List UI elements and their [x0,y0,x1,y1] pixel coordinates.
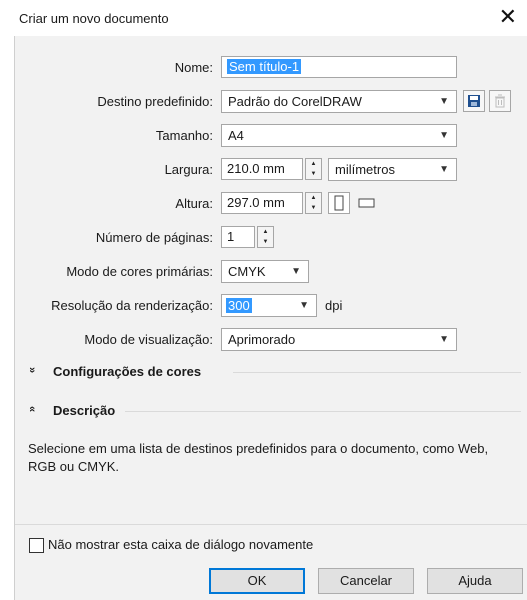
description-section[interactable]: « Descrição [26,403,509,421]
chevron-down-icon: ▼ [439,164,449,175]
pages-stepper[interactable]: ▲ ▼ [257,226,274,248]
spin-up-icon[interactable]: ▲ [258,227,273,237]
color-mode-dropdown[interactable]: CMYK ▼ [221,260,309,283]
dont-show-label: Não mostrar esta caixa de diálogo novame… [48,537,314,552]
width-label: Largura: [164,162,213,177]
size-dropdown[interactable]: A4 ▼ [221,124,457,147]
portrait-page-icon [334,195,344,211]
trash-icon [495,94,505,108]
expand-icon: » [26,366,39,374]
preset-dropdown[interactable]: Padrão do CorelDRAW ▼ [221,90,457,113]
title-bar: Criar um novo documento ✕ [0,0,527,36]
new-document-dialog: Criar um novo documento ✕ Nome: Sem títu… [0,0,527,600]
help-button[interactable]: Ajuda [427,568,523,594]
landscape-page-icon [358,198,375,208]
footer-divider [15,524,527,525]
dialog-title: Criar um novo documento [19,11,169,26]
name-input[interactable]: Sem título-1 [221,56,457,78]
color-mode-value: CMYK [228,264,266,279]
chevron-down-icon: ▼ [439,334,449,345]
color-settings-title: Configurações de cores [53,364,202,379]
units-value: milímetros [335,162,395,177]
resolution-unit: dpi [325,298,343,313]
portrait-button[interactable] [328,192,350,214]
resolution-dropdown[interactable]: 300 ▼ [221,294,317,317]
delete-preset-button[interactable] [489,90,511,112]
preview-value: Aprimorado [228,332,296,347]
height-stepper[interactable]: ▲ ▼ [305,192,322,214]
height-input[interactable]: 297.0 mm [221,192,303,214]
color-mode-label: Modo de cores primárias: [66,264,213,279]
spin-down-icon[interactable]: ▼ [258,237,273,247]
save-preset-button[interactable] [463,90,485,112]
preview-dropdown[interactable]: Aprimorado ▼ [221,328,457,351]
height-label: Altura: [175,196,213,211]
preset-value: Padrão do CorelDRAW [228,94,362,109]
width-stepper[interactable]: ▲ ▼ [305,158,322,180]
name-value: Sem título-1 [227,59,302,74]
preset-label: Destino predefinido: [97,94,213,109]
pages-value: 1 [227,229,235,244]
spin-down-icon[interactable]: ▼ [306,203,321,213]
section-divider [125,411,521,412]
dialog-body: Nome: Sem título-1 Destino predefinido: … [14,36,527,600]
section-divider [233,372,521,373]
chevron-down-icon: ▼ [439,96,449,107]
chevron-down-icon: ▼ [439,130,449,141]
resolution-label: Resolução da renderização: [51,298,213,313]
description-text: Selecione em uma lista de destinos prede… [28,441,489,474]
width-input[interactable]: 210.0 mm [221,158,303,180]
dont-show-checkbox[interactable] [29,538,44,553]
pages-input[interactable]: 1 [221,226,255,248]
description-title: Descrição [53,403,116,418]
landscape-button[interactable] [354,192,380,214]
units-dropdown[interactable]: milímetros ▼ [328,158,457,181]
spin-down-icon[interactable]: ▼ [306,169,321,179]
width-value: 210.0 mm [227,161,285,176]
save-icon [468,95,480,107]
resolution-value: 300 [226,298,252,313]
close-icon[interactable]: ✕ [499,4,517,30]
spin-up-icon[interactable]: ▲ [306,159,321,169]
chevron-down-icon: ▼ [291,266,301,277]
pages-label: Número de páginas: [95,230,213,245]
size-value: A4 [228,128,244,143]
spin-up-icon[interactable]: ▲ [306,193,321,203]
collapse-icon: « [26,405,39,413]
cancel-button[interactable]: Cancelar [318,568,414,594]
resolution-value-wrap: 300 [226,298,252,314]
height-value: 297.0 mm [227,195,285,210]
preview-label: Modo de visualização: [84,332,213,347]
size-label: Tamanho: [155,128,213,143]
color-settings-section[interactable]: » Configurações de cores [26,364,509,382]
chevron-down-icon: ▼ [299,300,309,311]
name-label: Nome: [174,60,213,75]
ok-button[interactable]: OK [209,568,305,594]
